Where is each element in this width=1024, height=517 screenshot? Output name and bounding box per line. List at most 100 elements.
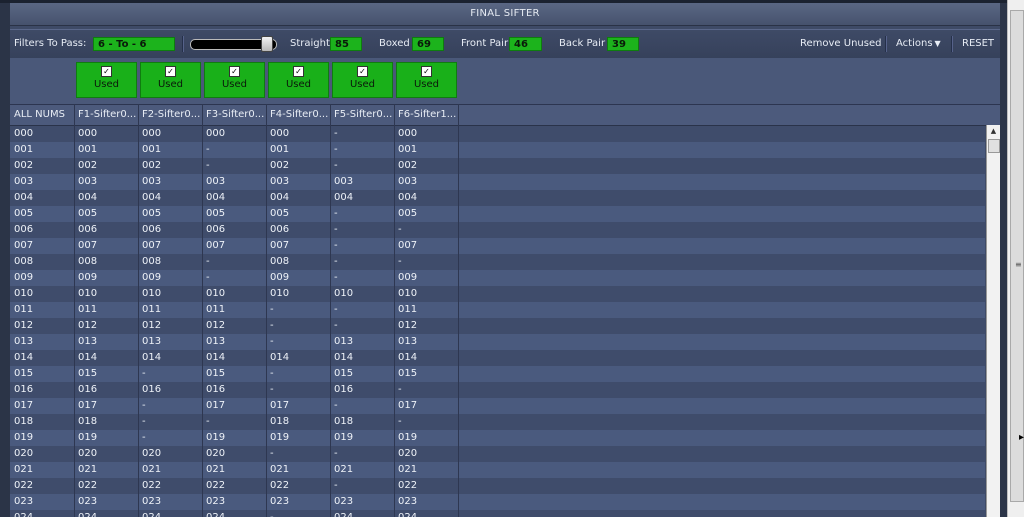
table-cell: 024 — [138, 510, 202, 517]
table-cell: 000 — [270, 128, 290, 139]
table-cell: 015 — [78, 368, 98, 379]
straight-count: 85 — [330, 37, 362, 51]
table-cell: 006 — [142, 224, 162, 235]
table-cell: 006 — [14, 224, 34, 235]
used-toggle-f2[interactable]: ✓ Used — [140, 62, 201, 98]
table-scroll-thumb[interactable] — [988, 139, 1000, 153]
table-cell: 005 — [270, 208, 290, 219]
table-cell: - — [398, 416, 402, 427]
straight-label: Straight — [290, 38, 330, 49]
column-divider — [394, 104, 395, 517]
table-cell: - — [334, 160, 338, 171]
filter-slider-thumb[interactable] — [261, 36, 273, 52]
table-cell: 023 — [14, 496, 34, 507]
table-row[interactable]: 014 014 014 014 014 014 014 — [10, 350, 985, 366]
table-cell: 023 — [398, 496, 418, 507]
checkbox-checked-icon[interactable]: ✓ — [165, 66, 176, 77]
checkbox-checked-icon[interactable]: ✓ — [293, 66, 304, 77]
column-header[interactable]: F5-Sifter0... — [330, 105, 394, 125]
table-row[interactable]: 021 021 021 021 021 021 021 — [10, 462, 985, 478]
toolbar-separator — [182, 36, 184, 52]
column-header[interactable]: ALL NUMS — [10, 105, 74, 125]
reset-button[interactable]: RESET — [962, 30, 994, 58]
table-cell: 008 — [142, 256, 162, 267]
table-cell: 001 — [78, 144, 98, 155]
remove-unused-button[interactable]: Remove Unused — [800, 30, 881, 58]
table-cell: 014 — [334, 352, 354, 363]
column-header[interactable]: F1-Sifter0... — [74, 105, 138, 125]
table-row[interactable]: 004 004 004 004 004 004 004 — [10, 190, 985, 206]
table-cell: 017 — [398, 400, 418, 411]
table-cell: 002 — [14, 160, 34, 171]
table-cell: 021 — [142, 464, 162, 475]
table-cell: 004 — [206, 192, 226, 203]
boxed-label: Boxed — [379, 38, 410, 49]
table-cell: - — [334, 480, 338, 491]
page-scroll-thumb[interactable]: ≡ — [1010, 10, 1024, 502]
table-row[interactable]: 010 010 010 010 010 010 010 — [10, 286, 985, 302]
table-cell: 012 — [206, 320, 226, 331]
table-cell: 003 — [142, 176, 162, 187]
back-pair-count: 39 — [607, 37, 639, 51]
table-row[interactable]: 013 013 013 013 - 013 013 — [10, 334, 985, 350]
table-row[interactable]: 022 022 022 022 022 - 022 — [10, 478, 985, 494]
table-row[interactable]: 003 003 003 003 003 003 003 — [10, 174, 985, 190]
column-header[interactable]: F3-Sifter0... — [202, 105, 266, 125]
table-cell: 019 — [270, 432, 290, 443]
table-cell: 011 — [142, 304, 162, 315]
table-row[interactable]: 017 017 - 017 017 - 017 — [10, 398, 985, 414]
table-cell: 014 — [78, 352, 98, 363]
column-divider — [458, 104, 459, 517]
column-header[interactable]: F2-Sifter0... — [138, 105, 202, 125]
checkbox-checked-icon[interactable]: ✓ — [101, 66, 112, 77]
table-row[interactable]: 007 007 007 007 007 - 007 — [10, 238, 985, 254]
used-label: Used — [285, 79, 312, 90]
column-header[interactable]: F6-Sifter1... — [394, 105, 458, 125]
table-row[interactable]: 011 011 011 011 - - 011 — [10, 302, 985, 318]
column-header[interactable]: F4-Sifter0... — [266, 105, 330, 125]
table-row[interactable]: 006 006 006 006 006 - - — [10, 222, 985, 238]
table-cell: 021 — [14, 464, 34, 475]
table-row[interactable]: 012 012 012 012 - - 012 — [10, 318, 985, 334]
checkbox-checked-icon[interactable]: ✓ — [229, 66, 240, 77]
final-sifter-panel: FINAL SIFTER Filters To Pass: 6 - To - 6… — [10, 3, 1000, 517]
table-row[interactable]: 008 008 008 - 008 - - — [10, 254, 985, 270]
table-scrollbar[interactable]: ▲ — [986, 125, 1000, 517]
caret-down-icon: ▼ — [934, 39, 941, 48]
table-row[interactable]: 009 009 009 - 009 - 009 — [10, 270, 985, 286]
checkbox-checked-icon[interactable]: ✓ — [421, 66, 432, 77]
table-cell: - — [334, 400, 338, 411]
table-row[interactable]: 016 016 016 016 - 016 - — [10, 382, 985, 398]
table-row[interactable]: 002 002 002 - 002 - 002 — [10, 158, 985, 174]
scroll-up-icon[interactable]: ▲ — [987, 125, 1000, 138]
table-row[interactable]: 023 023 023 023 023 023 023 — [10, 494, 985, 510]
filters-to-pass-value[interactable]: 6 - To - 6 — [93, 37, 175, 51]
table-cell: 024 — [10, 510, 74, 517]
used-toggle-f5[interactable]: ✓ Used — [332, 62, 393, 98]
table-row[interactable]: 019 019 - 019 019 019 019 — [10, 430, 985, 446]
checkbox-checked-icon[interactable]: ✓ — [357, 66, 368, 77]
table-cell: 002 — [270, 160, 290, 171]
table-row[interactable]: 001 001 001 - 001 - 001 — [10, 142, 985, 158]
used-toggle-f3[interactable]: ✓ Used — [204, 62, 265, 98]
table-cell: 023 — [270, 496, 290, 507]
grip-icon: ≡ — [1015, 260, 1022, 269]
table-cell: 008 — [14, 256, 34, 267]
table-row[interactable]: 018 018 - - 018 018 - — [10, 414, 985, 430]
actions-menu-button[interactable]: Actions ▼ — [896, 30, 941, 58]
table-row[interactable]: 020 020 020 020 - - 020 — [10, 446, 985, 462]
table-row[interactable]: 005 005 005 005 005 - 005 — [10, 206, 985, 222]
table-cell: 016 — [334, 384, 354, 395]
table-cell: 020 — [398, 448, 418, 459]
used-toggle-f6[interactable]: ✓ Used — [396, 62, 457, 98]
column-divider — [330, 104, 331, 517]
used-toggle-f1[interactable]: ✓ Used — [76, 62, 137, 98]
table-row[interactable]: 024024024024-024024 — [10, 510, 985, 517]
table-row[interactable]: 015 015 - 015 - 015 015 — [10, 366, 985, 382]
table-cell: 020 — [206, 448, 226, 459]
table-cell: 021 — [78, 464, 98, 475]
used-label: Used — [93, 79, 120, 90]
table-row[interactable]: 000 000 000 000 000 - 000 — [10, 126, 985, 142]
used-toggle-f4[interactable]: ✓ Used — [268, 62, 329, 98]
table-cell: 005 — [398, 208, 418, 219]
